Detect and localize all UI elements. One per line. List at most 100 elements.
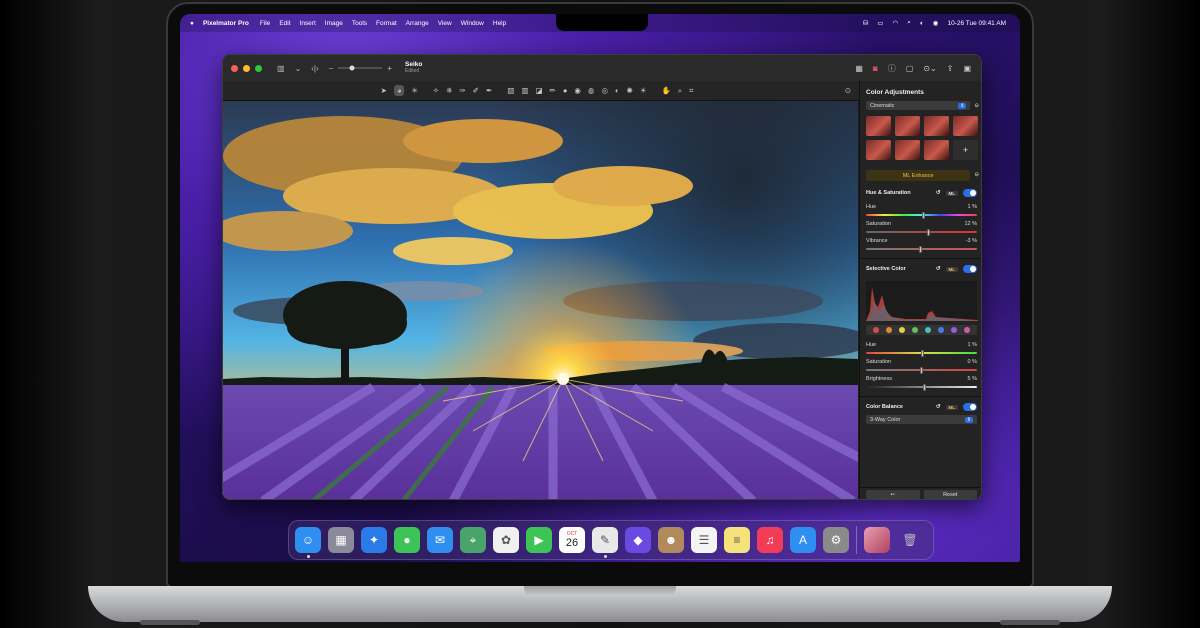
color-swatch[interactable] xyxy=(898,327,905,333)
slider-track[interactable] xyxy=(866,383,977,391)
reset-icon[interactable]: ↺ xyxy=(936,190,941,196)
preset-thumbnail[interactable] xyxy=(895,116,920,136)
slider-knob[interactable] xyxy=(926,228,930,236)
siri-icon[interactable]: ◉ xyxy=(933,19,939,27)
ml-enhance-options-icon[interactable]: ⊖ xyxy=(974,172,979,178)
trash-icon[interactable]: 🗑 xyxy=(897,527,923,553)
hue-slider[interactable]: Hue 1 % xyxy=(860,201,981,219)
preset-thumbnail[interactable] xyxy=(924,140,949,160)
menu-image[interactable]: Image xyxy=(325,20,343,27)
menu-help[interactable]: Help xyxy=(493,20,506,27)
chevron-down-icon[interactable]: ⌄ xyxy=(295,64,302,73)
finder-icon[interactable]: ☺ xyxy=(295,527,321,558)
maps-icon[interactable]: ⌖ xyxy=(460,527,486,553)
mail-icon[interactable]: ✉ xyxy=(427,527,453,553)
more-tools-icon[interactable]: ⊙ xyxy=(845,86,851,95)
reset-button[interactable]: Reset xyxy=(923,490,977,499)
control-center-icon[interactable]: ◐ xyxy=(920,20,924,27)
slider-track[interactable] xyxy=(866,366,977,374)
ml-button[interactable]: ML xyxy=(945,266,958,272)
selective-color-toggle[interactable] xyxy=(963,265,977,273)
zoom-slider[interactable] xyxy=(338,65,383,71)
menu-insert[interactable]: Insert xyxy=(300,20,316,27)
compare-toggle-button[interactable]: ▪▫ xyxy=(866,490,920,499)
retouch-tool-icon[interactable]: ✧ xyxy=(433,86,439,95)
menu-tools[interactable]: Tools xyxy=(352,20,367,27)
reminders-icon[interactable]: ☰ xyxy=(691,527,717,553)
sponge-icon[interactable]: ◍ xyxy=(588,86,595,95)
blur-icon[interactable]: ◉ xyxy=(574,86,581,95)
apple-menu-icon[interactable]: ● xyxy=(190,20,194,27)
shortcuts-icon[interactable]: ◆ xyxy=(625,527,651,553)
selective-saturation-slider[interactable]: Saturation 0 % xyxy=(860,356,981,374)
preset-popup[interactable]: Cinematic ⇕ xyxy=(866,101,971,110)
menu-window[interactable]: Window xyxy=(461,20,484,27)
brush-icon[interactable]: ● xyxy=(563,86,568,95)
slider-track[interactable] xyxy=(866,349,977,357)
sidebar-toggle-icon[interactable]: ▥ xyxy=(277,64,285,73)
messages-icon[interactable]: ● xyxy=(394,527,420,553)
storage-icon[interactable]: ⛁ xyxy=(863,19,868,27)
share-icon[interactable]: ⇪ xyxy=(947,64,954,73)
pixelmator-icon[interactable]: ✎ xyxy=(592,527,618,558)
color-swatch[interactable] xyxy=(911,327,918,333)
menu-edit[interactable]: Edit xyxy=(279,20,290,27)
tools-icon[interactable]: ▦ xyxy=(855,64,863,73)
zoom-tool-icon[interactable]: ⌕ xyxy=(678,86,682,96)
launchpad-icon[interactable]: ▦ xyxy=(328,527,354,553)
menu-arrange[interactable]: Arrange xyxy=(406,20,429,27)
menu-view[interactable]: View xyxy=(438,20,452,27)
slider-knob[interactable] xyxy=(922,211,926,219)
color-swatch[interactable] xyxy=(885,327,892,333)
color-swatch[interactable] xyxy=(938,327,945,333)
calendar-icon[interactable]: OCT 26 xyxy=(559,527,585,553)
color-swatch[interactable] xyxy=(925,327,932,333)
reset-icon[interactable]: ↺ xyxy=(936,266,941,272)
saturate-icon[interactable]: ✺ xyxy=(627,86,633,95)
vibrance-slider[interactable]: Vibrance -3 % xyxy=(860,235,981,253)
color-balance-mode-popup[interactable]: 3-Way Color ⇕ xyxy=(866,415,977,424)
compare-icon[interactable]: ‹|› xyxy=(311,64,318,73)
hue-saturation-toggle[interactable] xyxy=(963,189,977,197)
preset-thumbnail[interactable] xyxy=(924,116,949,136)
contacts-icon[interactable]: ☻ xyxy=(658,527,684,553)
gradient-icon[interactable]: ▥ xyxy=(521,86,528,95)
menubar-clock[interactable]: 10-26 Tue 09:41 AM xyxy=(947,20,1006,27)
preset-options-icon[interactable]: ⊖ xyxy=(974,103,979,109)
downloads-stack-icon[interactable] xyxy=(864,527,890,553)
color-adjust-icon[interactable]: ◙ xyxy=(873,64,878,73)
saturation-slider[interactable]: Saturation 12 % xyxy=(860,218,981,236)
safari-icon[interactable]: ✦ xyxy=(361,527,387,553)
crop-tool-icon[interactable]: ⌗ xyxy=(689,86,693,96)
color-adjust-tool-icon[interactable]: ◕ xyxy=(393,85,405,96)
clone-tool-icon[interactable]: ✑ xyxy=(459,86,465,95)
preset-thumbnail[interactable] xyxy=(953,116,978,136)
sharpen-tool-icon[interactable]: ✒ xyxy=(486,86,492,95)
menu-app-name[interactable]: Pixelmator Pro xyxy=(203,20,249,27)
facetime-icon[interactable]: ▶ xyxy=(526,527,552,553)
close-button[interactable] xyxy=(231,64,238,72)
pencil-icon[interactable]: ✏ xyxy=(550,86,556,95)
repair-tool-icon[interactable]: ✵ xyxy=(446,86,452,95)
app-store-icon[interactable]: A xyxy=(790,527,816,553)
zoom-in-icon[interactable]: + xyxy=(387,64,392,73)
color-swatch[interactable] xyxy=(964,327,971,333)
photos-icon[interactable]: ✿ xyxy=(493,527,519,553)
slider-track[interactable] xyxy=(866,211,977,219)
add-preset-button[interactable]: + xyxy=(953,140,978,160)
dodge-icon[interactable]: ◐ xyxy=(615,86,620,95)
minimize-button[interactable] xyxy=(243,64,250,72)
color-balance-toggle[interactable] xyxy=(963,403,977,411)
crop-share-icon[interactable]: ▢ xyxy=(906,64,914,73)
slider-track[interactable] xyxy=(866,228,977,236)
selective-hue-slider[interactable]: Hue 1 % xyxy=(860,339,981,357)
paint-bucket-icon[interactable]: ▧ xyxy=(507,86,514,95)
selective-brightness-slider[interactable]: Brightness 5 % xyxy=(860,373,981,391)
hand-tool-icon[interactable]: ✋ xyxy=(662,86,671,95)
burn-icon[interactable]: ◎ xyxy=(601,86,608,95)
effects-tool-icon[interactable]: ✳ xyxy=(411,86,417,95)
reset-icon[interactable]: ↺ xyxy=(936,404,941,410)
smudge-tool-icon[interactable]: ✐ xyxy=(473,86,479,95)
menu-file[interactable]: File xyxy=(260,20,270,27)
ml-button[interactable]: ML xyxy=(945,190,958,196)
